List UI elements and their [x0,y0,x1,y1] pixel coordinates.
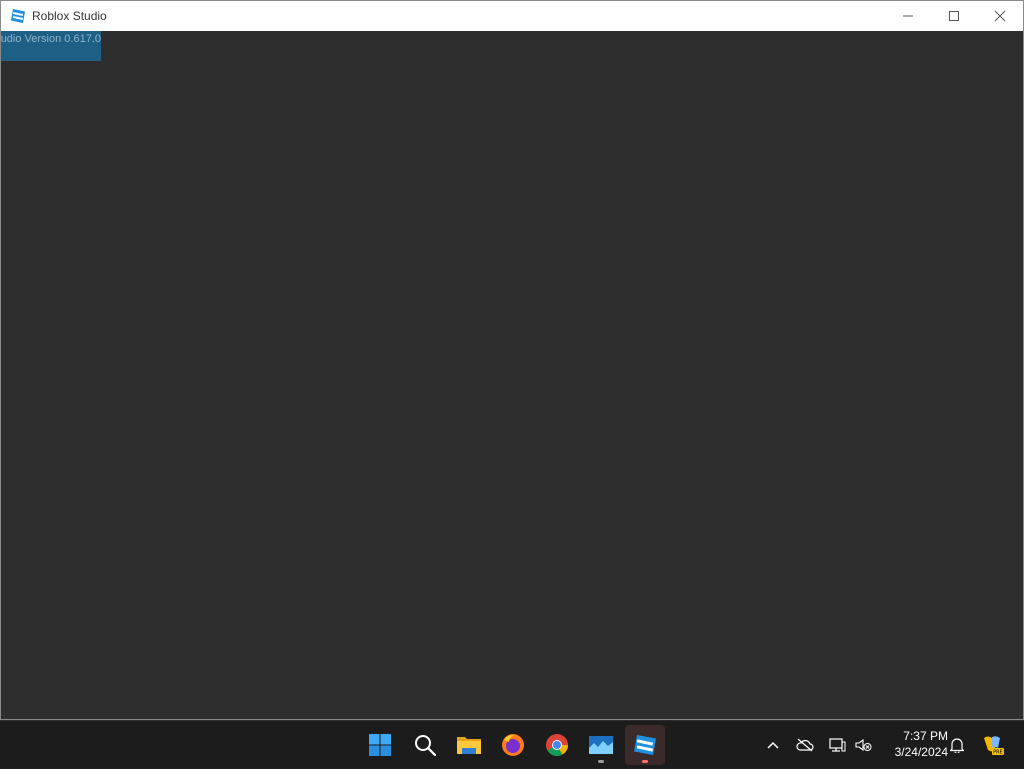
firefox-icon [502,734,524,756]
app-window-icon [589,736,613,754]
start-icon [369,734,391,756]
maximize-button[interactable] [931,1,977,31]
network-icon [829,738,846,752]
svg-text:PRE: PRE [993,750,1003,756]
running-indicator [598,760,604,763]
minimize-button[interactable] [885,1,931,31]
chrome-icon [546,734,568,756]
file-explorer-button[interactable] [449,725,489,765]
file-explorer-icon [457,737,481,754]
firefox-button[interactable] [493,725,533,765]
search-icon [415,735,437,757]
copilot-icon: PRE [984,736,1004,756]
system-clock[interactable]: 7:37 PM 3/24/2024 [878,728,948,760]
studio-content-area: udio Version 0.617.0 [1,31,1023,719]
search-button[interactable] [405,725,445,765]
window-controls [885,1,1023,31]
maximize-icon [949,11,959,21]
roblox-studio-button[interactable] [625,725,665,765]
active-indicator [642,760,648,763]
chrome-button[interactable] [537,725,577,765]
window-title: Roblox Studio [32,9,107,23]
close-button[interactable] [977,1,1023,31]
notifications-button[interactable] [946,721,968,769]
version-label: udio Version 0.617.0 [1,31,101,61]
minimize-icon [903,15,913,17]
notification-bell-icon [950,738,964,753]
volume-status[interactable] [852,721,874,769]
close-icon [994,10,1006,22]
roblox-studio-icon [634,735,656,755]
clock-time: 7:37 PM [903,729,948,743]
chevron-up-icon [767,741,779,749]
roblox-studio-icon [10,8,26,24]
app-window-button[interactable] [581,725,621,765]
cloud-offline-icon [796,738,814,752]
network-status[interactable] [826,721,848,769]
copilot-button[interactable]: PRE [978,721,1006,769]
onedrive-status[interactable] [794,721,816,769]
taskbar: 7:37 PM 3/24/2024 PRE [0,720,1024,768]
title-bar[interactable]: Roblox Studio [1,1,1023,31]
clock-date: 3/24/2024 [894,745,948,759]
roblox-studio-window: Roblox Studio udio Version 0.617.0 [0,0,1024,720]
volume-muted-icon [855,738,872,752]
start-button[interactable] [360,725,400,765]
show-hidden-icons-button[interactable] [762,721,784,769]
version-text: udio Version 0.617.0 [1,33,101,45]
